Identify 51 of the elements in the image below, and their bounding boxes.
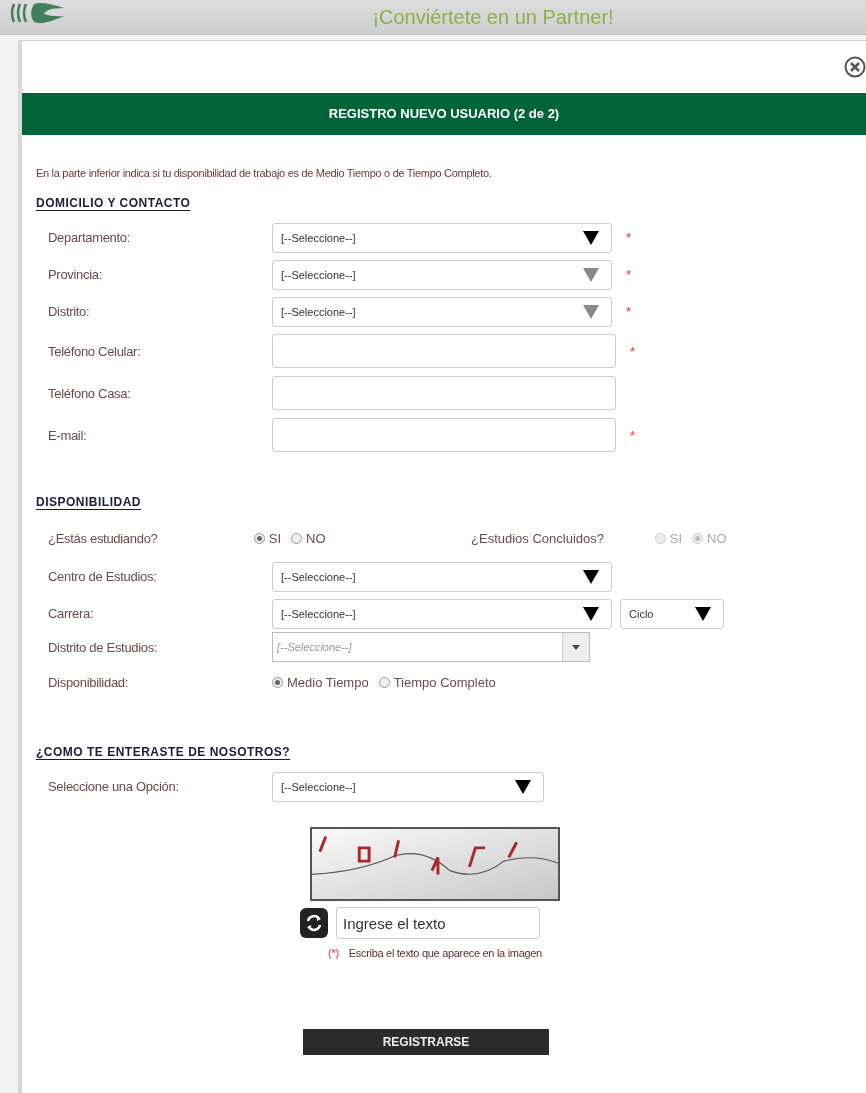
input-field[interactable] (272, 376, 616, 410)
section-title: ¿COMO TE ENTERASTE DE NOSOTROS? (36, 745, 291, 759)
field-label: Centro de Estudios: (47, 569, 158, 584)
section-title: DISPONIBILIDAD (36, 495, 141, 509)
register-button[interactable]: REGISTRARSE (303, 1029, 549, 1055)
dropdown[interactable]: [--Seleccione--] (272, 561, 612, 592)
field-label: Distrito de Estudios: (47, 639, 159, 655)
field-label: Seleccione una Opción: (47, 779, 180, 794)
field-label: Departamento: (47, 230, 132, 245)
dropdown[interactable]: [--Seleccione--] (272, 771, 544, 802)
captcha-hint: Escriba el texto que aparece en la imagen (348, 947, 542, 959)
field-label: E-mail: (47, 427, 88, 443)
section-title: DOMICILIO Y CONTACTO (36, 196, 191, 210)
dropdown-arrow-icon (572, 644, 580, 650)
required-mark: * (626, 267, 632, 282)
captcha-input[interactable]: Ingrese el texto (336, 907, 540, 939)
required-mark: * (630, 343, 636, 359)
radio-label: NO (707, 530, 727, 546)
radio-button[interactable] (378, 676, 390, 688)
field-label: Distrito: (47, 304, 91, 319)
field-label: ¿Estudios Concluidos? (470, 530, 605, 546)
required-mark: * (626, 230, 632, 245)
radio-button[interactable] (291, 532, 303, 544)
field-label: Provincia: (47, 267, 104, 282)
radio-label: Medio Tiempo (287, 674, 369, 690)
radio-button[interactable] (253, 532, 265, 544)
logo-icon (10, 2, 66, 24)
input-field[interactable] (272, 418, 616, 452)
dropdown[interactable]: [--Seleccione--] (272, 222, 612, 253)
dropdown[interactable]: [--Seleccione--] (272, 598, 612, 629)
close-icon[interactable] (844, 56, 866, 78)
banner-title: ¡Conviértete en un Partner! (372, 5, 614, 29)
intro-text: En la parte inferior indica si tu disponibilidad de trabajo es de Medio Tiempo o de Tiempo Completo. (36, 167, 493, 179)
radio-label: NO (306, 530, 326, 546)
input-field[interactable] (272, 334, 616, 368)
required-mark: * (626, 304, 632, 319)
radio-label: Tiempo Completo (393, 674, 496, 690)
field-label: Disponibilidad: (47, 674, 130, 690)
dropdown[interactable]: Ciclo (620, 598, 724, 629)
required-mark: (*) (328, 947, 339, 959)
refresh-icon[interactable] (300, 908, 328, 938)
field-label: Carrera: (47, 606, 95, 621)
radio-label: SI (669, 530, 682, 546)
field-label: ¿Estás estudiando? (47, 530, 159, 546)
radio-button[interactable] (272, 676, 283, 688)
dropdown-arrow-icon (695, 606, 711, 621)
dialog-header: REGISTRO NUEVO USUARIO (2 de 2) (22, 93, 866, 135)
required-mark: * (630, 427, 636, 443)
radio-label: SI (268, 530, 282, 546)
field-label: Teléfono Celular: (47, 343, 142, 359)
field-label: Teléfono Casa: (47, 385, 132, 401)
